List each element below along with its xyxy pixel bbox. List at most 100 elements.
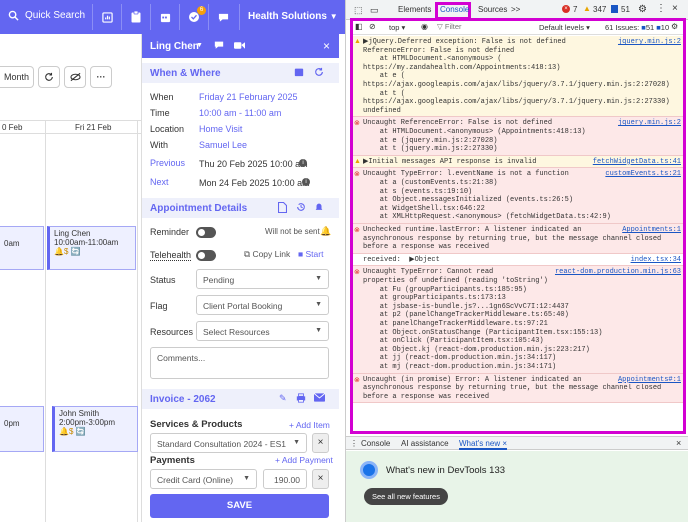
telehealth-toggle[interactable]	[196, 250, 216, 261]
more-vert-icon[interactable]: ⋮	[350, 439, 358, 448]
event-patient: Ling Chen	[54, 229, 91, 238]
chat-icon[interactable]	[214, 40, 224, 52]
drawer-tab-console[interactable]: Console	[361, 439, 390, 448]
calendar-event[interactable]: Ling Chen 10:00am-11:00am 🔔$ 🔄	[47, 226, 136, 270]
start-button[interactable]: ■ Start	[298, 249, 323, 259]
copy-link-button[interactable]: ⧉ Copy Link	[244, 249, 290, 260]
previous-link[interactable]: Previous	[150, 158, 185, 168]
history-icon[interactable]	[296, 202, 306, 214]
quick-search-label: Quick Search	[25, 10, 86, 21]
sidebar-icon[interactable]: ◧	[355, 22, 363, 31]
console-message[interactable]: ⊗ Uncaught ReferenceError: False is not d…	[353, 117, 683, 156]
view-month-button[interactable]: Month	[0, 66, 34, 88]
payment-amount-field[interactable]: 190.00	[263, 469, 307, 489]
time-value[interactable]: 10:00 am - 11:00 am	[199, 108, 281, 118]
console-message[interactable]: ⊗ Uncaught TypeError: l.eventName is not …	[353, 168, 683, 224]
filter-input[interactable]: ▽ Filter	[437, 22, 527, 33]
remove-payment-button[interactable]: ×	[312, 469, 329, 489]
console-message[interactable]: ⊗ Unchecked runtime.lastError: A listener…	[353, 224, 683, 254]
location-value[interactable]: Home Visit	[199, 124, 242, 134]
add-item-button[interactable]: + Add Item	[289, 420, 330, 430]
info-icon[interactable]: i	[299, 159, 307, 167]
close-icon[interactable]: ×	[672, 3, 678, 14]
context-select[interactable]: top ▾	[389, 23, 405, 32]
levels-select[interactable]: Default levels ▾	[539, 23, 590, 32]
clipboard-button[interactable]	[125, 5, 147, 29]
info-count[interactable]: 51	[621, 5, 630, 14]
reports-button[interactable]	[96, 5, 118, 29]
more-options-button[interactable]: ···	[90, 66, 112, 88]
eye-icon[interactable]: ◉	[421, 22, 428, 31]
tab-console[interactable]: Console	[440, 5, 469, 14]
refresh-button[interactable]	[38, 66, 60, 88]
see-all-label: See all new features	[372, 492, 440, 501]
flag-select[interactable]: Client Portal Booking ▼	[196, 295, 329, 315]
source-link[interactable]: jquery.min.js:2	[617, 119, 681, 128]
device-toggle-icon[interactable]: ▭	[370, 5, 379, 16]
source-link[interactable]: index.tsx:34	[631, 256, 681, 264]
payment-method-select[interactable]: Credit Card (Online) ▼	[150, 469, 257, 489]
issues-button[interactable]: 61 Issues: ■51 ■10	[605, 23, 669, 32]
drawer-tab-whats-new[interactable]: What's new ×	[459, 439, 508, 450]
remove-service-button[interactable]: ×	[312, 433, 329, 453]
chevron-down-icon[interactable]: ▼	[196, 42, 203, 49]
inspect-icon[interactable]: ⬚	[354, 5, 363, 16]
with-value[interactable]: Samuel Lee	[199, 140, 247, 150]
source-link[interactable]: Appointments:1	[622, 226, 681, 234]
comments-field[interactable]: Comments...	[150, 347, 329, 379]
event-time: 2:00pm-3:00pm	[59, 418, 116, 427]
save-button[interactable]: SAVE	[150, 494, 329, 518]
console-message[interactable]: ▲ ▶jQuery.Deferred exception: False is no…	[353, 36, 683, 118]
status-select[interactable]: Pending ▼	[196, 269, 329, 289]
tab-elements[interactable]: Elements	[398, 5, 431, 14]
calendar-button[interactable]	[154, 5, 176, 29]
resources-select[interactable]: Select Resources ▼	[196, 321, 329, 341]
hide-button[interactable]	[64, 66, 86, 88]
next-link[interactable]: Next	[150, 177, 169, 187]
quick-search[interactable]: Quick Search	[8, 10, 85, 21]
calendar-event[interactable]: 0pm	[0, 406, 44, 452]
org-selector[interactable]: Health Solutions ▼	[248, 11, 338, 22]
refresh-icon[interactable]	[314, 67, 324, 79]
tab-sources[interactable]: Sources	[478, 5, 507, 14]
calendar-event[interactable]: 0am	[0, 226, 44, 270]
add-payment-button[interactable]: + Add Payment	[275, 455, 333, 465]
bell-icon[interactable]	[314, 202, 324, 214]
source-link[interactable]: customEvents.ts:21	[605, 170, 681, 179]
console-message[interactable]: ⊗ Uncaught (in promise) Error: A listener…	[353, 373, 683, 404]
info-icon[interactable]: i	[302, 178, 310, 186]
error-count[interactable]: 7	[573, 5, 577, 14]
email-icon[interactable]	[313, 393, 326, 404]
more-vert-icon[interactable]: ⋮	[656, 3, 666, 14]
drawer-tab-ai[interactable]: AI assistance	[401, 439, 449, 448]
video-icon[interactable]	[234, 41, 245, 52]
resources-label: Resources	[150, 327, 194, 337]
calendar-event[interactable]: John Smith 2:00pm-3:00pm 🔔$ 🔄	[52, 406, 138, 452]
reminder-toggle[interactable]	[196, 227, 216, 238]
when-value[interactable]: Friday 21 February 2025	[199, 92, 298, 102]
warning-count[interactable]: 347	[593, 5, 606, 14]
gear-icon[interactable]: ⚙	[638, 4, 647, 15]
source-link[interactable]: jquery.min.js:2	[617, 38, 681, 46]
chat-button[interactable]	[212, 5, 234, 29]
edit-icon[interactable]: ✎	[279, 393, 287, 404]
see-all-features-button[interactable]: See all new features	[364, 488, 448, 505]
source-link[interactable]: Appointments#:1	[617, 375, 681, 384]
source-link[interactable]: fetchWidgetData.ts:41	[592, 157, 681, 166]
patient-name[interactable]: Ling Chen	[150, 41, 199, 52]
console-message[interactable]: ▲ ▶Initial messages API response is inval…	[353, 155, 683, 169]
calendar-icon[interactable]	[294, 67, 304, 79]
print-icon[interactable]	[296, 393, 306, 405]
more-tabs-button[interactable]: >>	[511, 5, 520, 14]
source-link[interactable]: react-dom.production.min.js:63	[554, 268, 681, 277]
console-message[interactable]: received: ▶Object index.tsx:34	[353, 254, 683, 267]
document-icon[interactable]	[277, 201, 288, 215]
close-icon[interactable]: ×	[323, 39, 330, 53]
service-select[interactable]: Standard Consultation 2024 - ES1 ▼	[150, 433, 307, 453]
gear-icon[interactable]: ⚙	[671, 22, 678, 31]
status-value: Pending	[203, 275, 235, 285]
clear-icon[interactable]: ⊘	[369, 22, 376, 31]
event-patient: John Smith	[59, 409, 100, 418]
console-message[interactable]: ⊗ Uncaught TypeError: Cannot read properti…	[353, 266, 683, 374]
close-icon[interactable]: ×	[676, 438, 681, 448]
